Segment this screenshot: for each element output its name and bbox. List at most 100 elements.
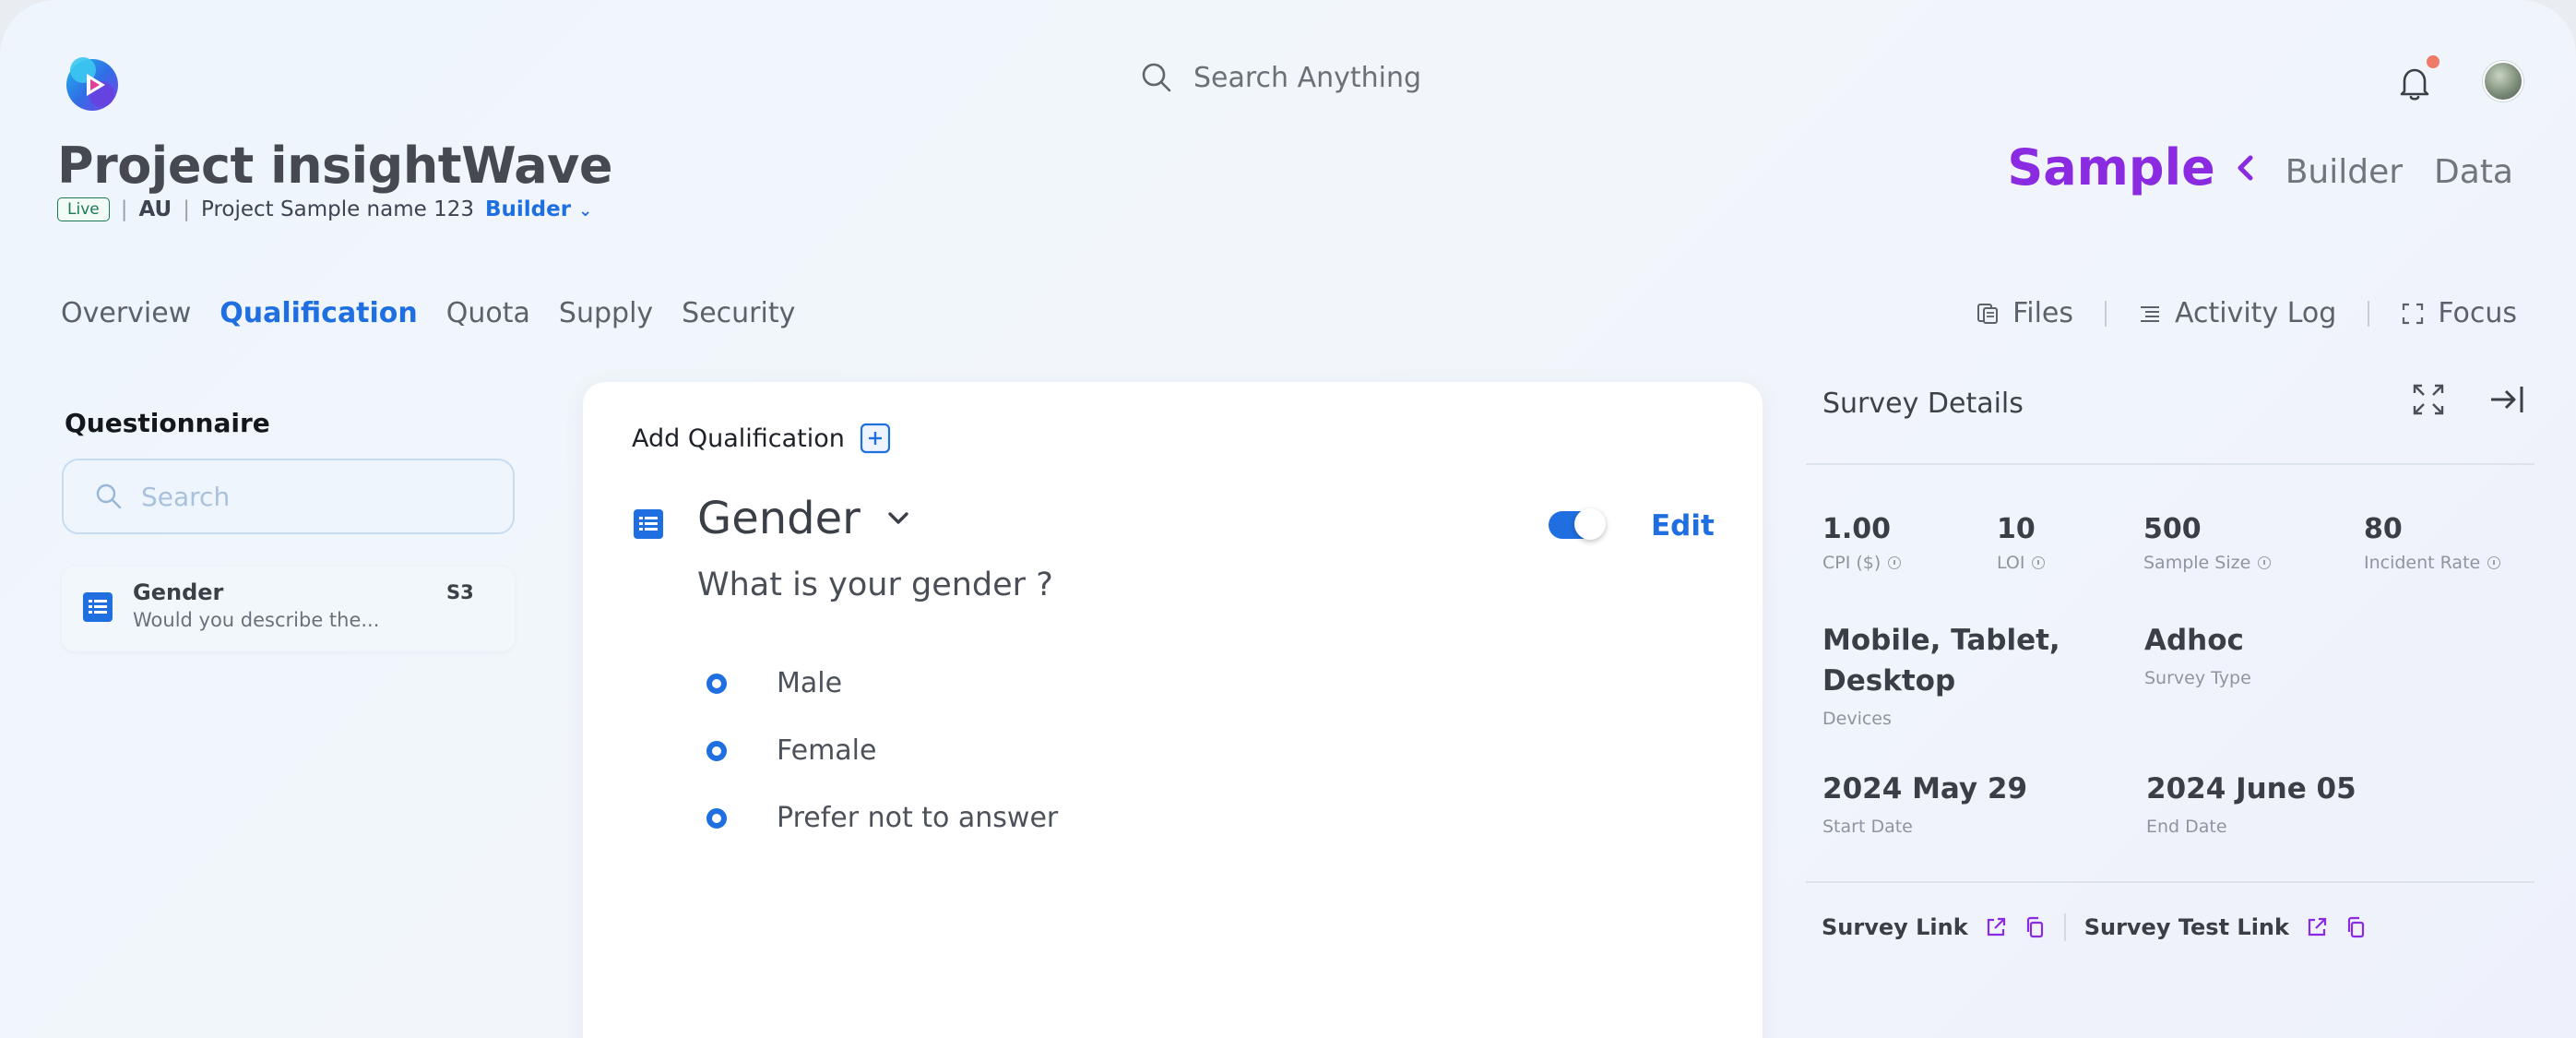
project-meta: Live | AU | Project Sample name 123 Buil…: [57, 197, 592, 221]
qualification-card: Add Qualification Gender Edit What is yo…: [583, 382, 1763, 1038]
copy-icon[interactable]: [2345, 916, 2367, 938]
stat-label: Incident Rate: [2364, 553, 2481, 573]
stat-value: 10: [1997, 513, 2036, 545]
avatar[interactable]: [2483, 61, 2523, 101]
focus-label: Focus: [2438, 297, 2517, 329]
qualification-title[interactable]: Gender: [697, 493, 910, 544]
add-qualification-label: Add Qualification: [632, 424, 845, 453]
divider: [1806, 463, 2534, 465]
global-search-input[interactable]: Search Anything: [1193, 62, 1421, 94]
focus-icon: [2403, 303, 2424, 324]
option-item[interactable]: Prefer not to answer: [706, 784, 1058, 852]
stat-incident-rate: 80 Incident Rate: [2364, 513, 2501, 573]
tab-quota[interactable]: Quota: [446, 297, 530, 329]
stat-label: End Date: [2146, 817, 2227, 837]
questionnaire-search[interactable]: Search: [62, 459, 515, 534]
stat-loi: 10 LOI: [1997, 513, 2046, 573]
list-icon: [634, 509, 663, 539]
info-icon[interactable]: [2487, 556, 2501, 569]
plus-square-icon: [860, 423, 890, 454]
stat-value: 2024 May 29: [1822, 772, 2028, 805]
survey-test-link: Survey Test Link: [2084, 914, 2367, 940]
stat-survey-type: Adhoc Survey Type: [2144, 620, 2251, 688]
global-search[interactable]: Search Anything: [1140, 61, 1421, 94]
tab-supply[interactable]: Supply: [559, 297, 653, 329]
radio-icon[interactable]: [706, 740, 727, 761]
stat-value-line1: Mobile, Tablet,: [1822, 624, 2060, 657]
add-qualification-button[interactable]: Add Qualification: [632, 423, 891, 454]
chevron-down-icon: ⌄: [578, 201, 593, 221]
mode-builder[interactable]: Builder: [2285, 153, 2403, 191]
options-list: Male Female Prefer not to answer: [706, 650, 1058, 852]
meta-divider: |: [183, 197, 190, 221]
chevron-left-icon: [2238, 155, 2253, 180]
focus-button[interactable]: Focus: [2401, 297, 2517, 329]
info-icon[interactable]: [1888, 556, 1902, 569]
option-label: Female: [777, 734, 877, 767]
stat-value-line2: Desktop: [1822, 664, 1956, 698]
list-icon: [83, 592, 113, 622]
notification-dot: [2427, 55, 2439, 68]
info-icon[interactable]: [2258, 556, 2272, 569]
mode-sample[interactable]: Sample: [2007, 138, 2253, 197]
list-item[interactable]: Gender Would you describe the... S3: [62, 567, 515, 651]
survey-details-title: Survey Details: [1822, 388, 2024, 420]
stat-label: LOI: [1997, 553, 2025, 573]
list-icon: [2141, 305, 2159, 322]
app-window: Search Anything Project insightWave Live…: [0, 0, 2576, 1038]
stat-sample-size: 500 Sample Size: [2143, 513, 2272, 573]
stat-label: Sample Size: [2143, 553, 2251, 573]
list-item-name: Gender: [133, 579, 224, 605]
bell-icon[interactable]: [2394, 63, 2435, 103]
questionnaire-search-input[interactable]: Search: [141, 482, 230, 512]
option-item[interactable]: Male: [706, 650, 1058, 717]
builder-dropdown[interactable]: Builder ⌄: [485, 197, 592, 221]
chevron-down-icon[interactable]: [886, 510, 910, 527]
region-label: AU: [138, 197, 172, 221]
logo-icon[interactable]: [59, 50, 125, 116]
stat-label: Devices: [1822, 709, 1892, 729]
survey-links: Survey Link Survey Test Link: [1822, 913, 2367, 941]
external-link-icon[interactable]: [2306, 916, 2328, 938]
tab-bar: Overview Qualification Quota Supply Secu…: [61, 297, 795, 329]
stat-start-date: 2024 May 29 Start Date: [1822, 769, 2027, 837]
questionnaire-title: Questionnaire: [65, 408, 270, 438]
stat-label: Survey Type: [2144, 668, 2251, 688]
divider: [1806, 881, 2534, 883]
radio-icon[interactable]: [706, 673, 727, 694]
survey-link-label: Survey Link: [1822, 914, 1968, 940]
collapse-panel-icon[interactable]: [2488, 384, 2525, 419]
expand-icon[interactable]: [2411, 382, 2446, 421]
qualification-toggle[interactable]: [1549, 508, 1606, 540]
copy-icon[interactable]: [2024, 916, 2046, 938]
info-icon[interactable]: [2032, 556, 2046, 569]
search-icon: [1142, 63, 1171, 92]
stat-value: 2024 June 05: [2146, 772, 2356, 805]
meta-divider: |: [120, 197, 128, 221]
radio-icon[interactable]: [706, 807, 727, 829]
activity-log-button[interactable]: Activity Log: [2138, 297, 2336, 329]
option-item[interactable]: Female: [706, 717, 1058, 784]
files-button[interactable]: Files: [1976, 297, 2073, 329]
stat-value: 500: [2143, 513, 2202, 545]
stat-label: Start Date: [1822, 817, 1913, 837]
mode-data[interactable]: Data: [2434, 153, 2513, 191]
stat-cpi: 1.00 CPI ($): [1822, 513, 1902, 573]
activity-log-label: Activity Log: [2175, 297, 2337, 329]
toggle-knob: [1574, 508, 1606, 540]
tab-qualification[interactable]: Qualification: [220, 297, 418, 329]
status-badge: Live: [57, 197, 110, 221]
option-label: Prefer not to answer: [777, 802, 1059, 834]
tab-security[interactable]: Security: [682, 297, 795, 329]
external-link-icon[interactable]: [1985, 916, 2007, 938]
builder-dropdown-label: Builder: [485, 197, 572, 221]
qualification-name: Gender: [697, 493, 861, 544]
tab-overview[interactable]: Overview: [61, 297, 191, 329]
stat-devices: Mobile, Tablet, Desktop Devices: [1822, 620, 2060, 729]
stat-value: 1.00: [1822, 513, 1892, 545]
stat-label: CPI ($): [1822, 553, 1882, 573]
option-label: Male: [777, 667, 843, 699]
mode-switcher: Sample Builder Data: [2007, 138, 2513, 197]
edit-button[interactable]: Edit: [1651, 509, 1715, 543]
survey-link: Survey Link: [1822, 914, 2046, 940]
